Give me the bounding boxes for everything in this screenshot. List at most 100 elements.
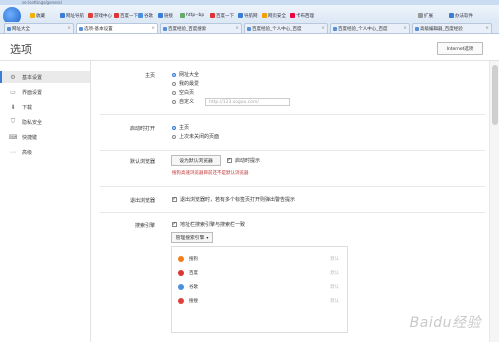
exit-warning-checkbox[interactable]: ✓ [172, 197, 177, 202]
bookmark-label: 网页安全 [268, 13, 286, 19]
section-divider [100, 150, 485, 151]
search-sync-checkbox-row[interactable]: ✓ 地址栏搜索引擎与搜索栏一致 [172, 221, 245, 228]
bookmark-label: 导航网 [244, 13, 258, 19]
bookmark-label: 谷歌 [144, 13, 153, 19]
bookmark-icon [290, 13, 295, 18]
bookmark-label: 扩展 [424, 13, 433, 19]
startup-option-1[interactable]: 上次未关闭的页面 [172, 133, 219, 140]
bookmark-item[interactable]: 收藏 [30, 11, 45, 20]
exit-warning-checkbox-row[interactable]: ✓ 退出浏览器时，若有多个标签页打开则弹出警告提示 [172, 196, 295, 203]
bookmark-item[interactable]: 游戏中心 [88, 11, 112, 20]
homepage-option-3[interactable]: 自定义 [172, 98, 194, 105]
bookmark-label: 卡布西理 [296, 13, 314, 19]
page-icon [247, 26, 251, 31]
bookmark-item[interactable]: 百度一下 [114, 11, 138, 20]
homepage-option-0[interactable]: 网址大全 [172, 71, 199, 78]
default-badge[interactable]: 默认 [330, 256, 339, 262]
startup-prompt-checkbox[interactable]: ✓ [227, 158, 232, 163]
sidebar-item-1[interactable]: ▭ 界面设置 [0, 86, 90, 98]
bookmark-item[interactable]: 谷歌 [138, 11, 153, 20]
browser-toolbar: 收藏 网址导航 游戏中心 百度一下 谷歌 链接 http--bp 百度一下 导航网 网页安全 卡布西… [0, 5, 499, 25]
sidebar-item-label: 下载 [22, 104, 33, 111]
bookmark-item[interactable]: 网址导航 [60, 11, 84, 20]
close-icon[interactable]: × [403, 26, 407, 31]
section-divider [100, 212, 485, 213]
bookmark-item[interactable]: 链接 [158, 11, 173, 20]
manage-search-engines-button[interactable]: 管理搜索引擎 ▾ [171, 232, 213, 243]
bookmark-item[interactable]: 百度一下 [210, 11, 234, 20]
startup-option-label: 主页 [179, 125, 190, 131]
tab-strip: 网址大全 × 选项-基本设置 × 百度经验_百度搜索 × 百度经验_个人中心_百度 × 百度经验… [0, 22, 499, 34]
internet-options-button[interactable]: Internet选项 [437, 42, 483, 55]
page-icon [7, 26, 11, 31]
homepage-radio[interactable] [172, 90, 176, 95]
bookmark-icon [449, 13, 454, 18]
bookmark-label: 百度一下 [216, 13, 234, 19]
sidebar-item-5[interactable]: ⋯ 高级 [0, 146, 90, 158]
tab-1[interactable]: 选项-基本设置 × [76, 23, 158, 33]
gear-icon: ⚙ [10, 73, 16, 81]
startup-radio[interactable] [172, 125, 176, 130]
tab-label: 百度经验_个人中心_百度 [338, 26, 388, 32]
tab-0[interactable]: 网址大全 × [4, 23, 74, 33]
search-sync-label: 地址栏搜索引擎与搜索栏一致 [180, 222, 246, 228]
exit-warning-label: 退出浏览器时，若有多个标签页打开则弹出警告提示 [180, 197, 296, 203]
startup-prompt-checkbox-row[interactable]: ✓ 启动时提示 [227, 157, 260, 164]
startup-radio[interactable] [172, 134, 176, 139]
search-engine-name: 百度 [189, 271, 198, 276]
homepage-url-input[interactable]: http://123.sogou.com/ [205, 98, 290, 106]
sidebar-item-2[interactable]: ⬇ 下载 [0, 101, 90, 113]
default-badge[interactable]: 默认 [330, 298, 339, 304]
tab-5[interactable]: 高级编辑器_百度经验 × [412, 23, 492, 33]
default-badge[interactable]: 默认 [330, 270, 339, 276]
sidebar-item-4[interactable]: ⌨ 快捷键 [0, 131, 90, 143]
bookmark-item[interactable]: http--bp [180, 11, 204, 20]
default-badge[interactable]: 默认 [330, 284, 339, 290]
tab-2[interactable]: 百度经验_百度搜索 × [160, 23, 242, 33]
bookmark-item[interactable]: 办法软件 [449, 11, 473, 20]
bookmark-label: 链接 [164, 13, 173, 19]
tab-3[interactable]: 百度经验_个人中心_百度 × [244, 23, 328, 33]
sidebar-item-label: 隐私安全 [22, 119, 43, 126]
close-icon[interactable]: × [235, 26, 239, 31]
homepage-radio[interactable] [172, 72, 176, 77]
close-icon[interactable]: × [321, 26, 325, 31]
homepage-option-1[interactable]: 我的最爱 [172, 80, 199, 87]
sidebar-item-0[interactable]: ⚙ 基本设置 [0, 71, 90, 83]
tab-4[interactable]: 百度经验_个人中心_百度 × [330, 23, 410, 33]
scrollbar[interactable] [489, 61, 499, 342]
bookmark-icon [60, 13, 65, 18]
startup-option-label: 上次未关闭的页面 [179, 134, 220, 140]
bookmark-item[interactable]: 卡布西理 [290, 11, 314, 20]
close-icon[interactable]: × [151, 26, 155, 31]
homepage-radio[interactable] [172, 99, 176, 104]
close-icon[interactable]: × [485, 26, 489, 31]
default-browser-label: 默认浏览器 [129, 159, 155, 165]
window-icon: ▭ [10, 88, 16, 96]
search-sync-checkbox[interactable]: ✓ [172, 222, 177, 227]
sidebar-item-label: 基本设置 [22, 74, 43, 81]
bookmark-icon [210, 13, 215, 18]
close-icon[interactable]: × [67, 26, 71, 31]
search-engine-name: 搜狗 [189, 257, 198, 262]
search-engine-item[interactable]: 搜狗 默认 [172, 253, 347, 265]
homepage-radio[interactable] [172, 81, 176, 86]
bookmark-item[interactable]: 扩展 [418, 11, 433, 20]
search-engine-item[interactable]: 搜搜 默认 [172, 295, 347, 307]
homepage-option-2[interactable]: 空白页 [172, 89, 194, 96]
search-engine-name: 搜搜 [189, 299, 198, 304]
search-engine-item[interactable]: 谷歌 默认 [172, 281, 347, 293]
scrollbar-thumb[interactable] [492, 65, 498, 125]
bookmark-label: 网址导航 [66, 13, 84, 19]
exit-browser-label: 退出浏览器 [129, 198, 155, 204]
sidebar-item-3[interactable]: ⛉ 隐私安全 [0, 116, 90, 128]
search-engine-item[interactable]: 百度 默认 [172, 267, 347, 279]
set-default-browser-button[interactable]: 设为默认浏览器 [171, 155, 221, 166]
download-icon: ⬇ [10, 103, 16, 111]
startup-option-0[interactable]: 主页 [172, 124, 189, 131]
bookmark-item[interactable]: 网页安全 [262, 11, 286, 20]
sidebar: ⚙ 基本设置 ▭ 界面设置 ⬇ 下载 ⛉ 隐私安全 ⌨ 快捷键 ⋯ 高级 [0, 61, 91, 342]
bookmark-item[interactable]: 导航网 [238, 11, 258, 20]
section-divider [100, 114, 485, 115]
dropdown-caret-icon: ▾ [206, 235, 209, 240]
